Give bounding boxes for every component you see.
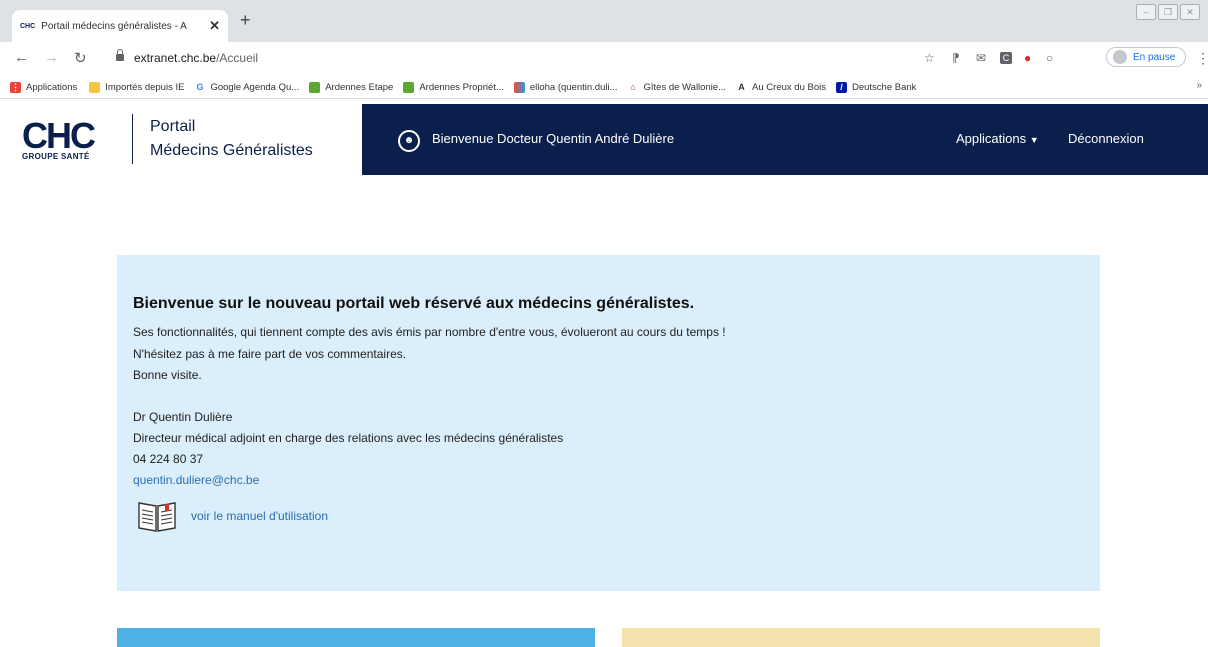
- restore-icon[interactable]: ❐: [1158, 4, 1178, 20]
- url-host: extranet.chc.be: [134, 51, 217, 65]
- bookmark-google-agenda[interactable]: G Google Agenda Qu...: [194, 81, 299, 93]
- manual-link[interactable]: voir le manuel d'utilisation: [137, 499, 328, 533]
- ardennes-icon: [403, 81, 415, 93]
- card-left: [117, 628, 595, 647]
- ardennes-icon: [309, 81, 321, 93]
- extension-translate-icon[interactable]: ⁋: [952, 51, 960, 65]
- forward-arrow-icon[interactable]: →: [44, 49, 59, 66]
- chc-logo[interactable]: CHC GROUPE SANTÉ: [22, 115, 96, 162]
- close-tab-icon[interactable]: ✕: [209, 18, 220, 34]
- extension-circle-icon[interactable]: ○: [1046, 51, 1053, 65]
- applications-menu[interactable]: Applications ▼: [956, 131, 1039, 146]
- chc-favicon-icon: CHC: [20, 22, 36, 30]
- minimize-icon[interactable]: –: [1136, 4, 1156, 20]
- bookmark-creux-du-bois[interactable]: A Au Creux du Bois: [736, 81, 826, 93]
- signature-name: Dr Quentin Dulière: [133, 410, 233, 424]
- logo-divider: [132, 114, 133, 164]
- welcome-message: Bienvenue Docteur Quentin André Dulière: [432, 131, 675, 146]
- manual-link-label: voir le manuel d'utilisation: [191, 509, 329, 523]
- back-arrow-icon[interactable]: ←: [14, 49, 29, 66]
- url-path: /Accueil: [216, 51, 259, 65]
- bookmark-importes[interactable]: Importés depuis IE: [89, 81, 184, 93]
- welcome-panel: Bienvenue sur le nouveau portail web rés…: [117, 255, 1100, 591]
- bookmark-elloha[interactable]: elloha (quentin.duli...: [513, 81, 618, 93]
- browser-tab[interactable]: CHC Portail médecins généralistes - A ✕: [12, 10, 228, 42]
- close-window-icon[interactable]: ✕: [1180, 4, 1200, 20]
- applications-label: Applications: [956, 131, 1027, 146]
- portal-title: Portail Médecins Généralistes: [150, 115, 313, 163]
- gites-icon: ⌂: [627, 81, 639, 93]
- deutsche-bank-icon: /: [835, 81, 847, 93]
- panel-text-2: N'hésitez pas à me faire part de vos com…: [133, 347, 407, 361]
- elloha-icon: [513, 81, 525, 93]
- browser-menu-icon[interactable]: ⋮: [1196, 50, 1208, 67]
- browser-toolbar: ← → ↻ extranet.chc.be/Accueil ☆ ⁋ ✉ C ● …: [0, 42, 1208, 76]
- book-icon: [138, 502, 176, 532]
- extension-icon[interactable]: ✉: [976, 51, 986, 65]
- site-navbar: ☻ Bienvenue Docteur Quentin André Dulièr…: [362, 104, 1208, 175]
- signature-phone: 04 224 80 37: [133, 452, 204, 466]
- signature-email-link[interactable]: quentin.duliere@chc.be: [133, 473, 259, 487]
- browser-tab-strip: CHC Portail médecins généralistes - A ✕ …: [0, 0, 1208, 42]
- tab-title: Portail médecins généralistes - A: [41, 20, 187, 32]
- extension-pin-icon[interactable]: ●: [1024, 51, 1031, 65]
- new-tab-icon[interactable]: +: [240, 10, 251, 31]
- avatar: [1113, 50, 1127, 64]
- logout-link[interactable]: Déconnexion: [1068, 131, 1144, 146]
- portal-title-line1: Portail: [150, 118, 196, 135]
- bookmark-deutsche-bank[interactable]: / Deutsche Bank: [835, 81, 916, 93]
- bookmarks-more-icon[interactable]: »: [1196, 80, 1202, 91]
- creux-icon: A: [736, 81, 748, 93]
- bookmarks-bar: ⋮ Applications Importés depuis IE G Google…: [0, 76, 1208, 99]
- address-bar[interactable]: extranet.chc.be/Accueil: [134, 51, 258, 65]
- panel-text-1: Ses fonctionnalités, qui tiennent compte…: [133, 325, 726, 339]
- card-right: [622, 628, 1100, 647]
- caret-down-icon: ▼: [1029, 135, 1039, 145]
- profile-button[interactable]: En pause: [1106, 47, 1186, 67]
- apps-grid-icon: ⋮: [10, 81, 21, 93]
- bookmark-ardennes-etape[interactable]: Ardennes Etape: [309, 81, 393, 93]
- user-icon: ☻: [398, 130, 420, 152]
- signature-role: Directeur médical adjoint en charge des …: [133, 431, 564, 445]
- bookmark-ardennes-propriet[interactable]: Ardennes Propriét...: [403, 81, 504, 93]
- panel-title: Bienvenue sur le nouveau portail web rés…: [133, 295, 695, 312]
- google-icon: G: [194, 81, 206, 93]
- portal-title-line2: Médecins Généralistes: [150, 142, 313, 159]
- star-bookmark-icon[interactable]: ☆: [924, 51, 935, 65]
- bookmark-applications[interactable]: ⋮ Applications: [10, 81, 77, 93]
- reload-icon[interactable]: ↻: [74, 49, 87, 67]
- lock-icon: [116, 49, 124, 61]
- profile-status: En pause: [1133, 51, 1176, 63]
- logo-mark: CHC: [22, 115, 96, 156]
- extension-c-icon[interactable]: C: [1000, 52, 1012, 64]
- bookmark-gites[interactable]: ⌂ Gîtes de Wallonie...: [627, 81, 726, 93]
- panel-text-3: Bonne visite.: [133, 368, 202, 382]
- logo-subtitle: GROUPE SANTÉ: [22, 152, 90, 161]
- folder-icon: [89, 81, 101, 93]
- window-controls: – ❐ ✕: [1136, 4, 1200, 20]
